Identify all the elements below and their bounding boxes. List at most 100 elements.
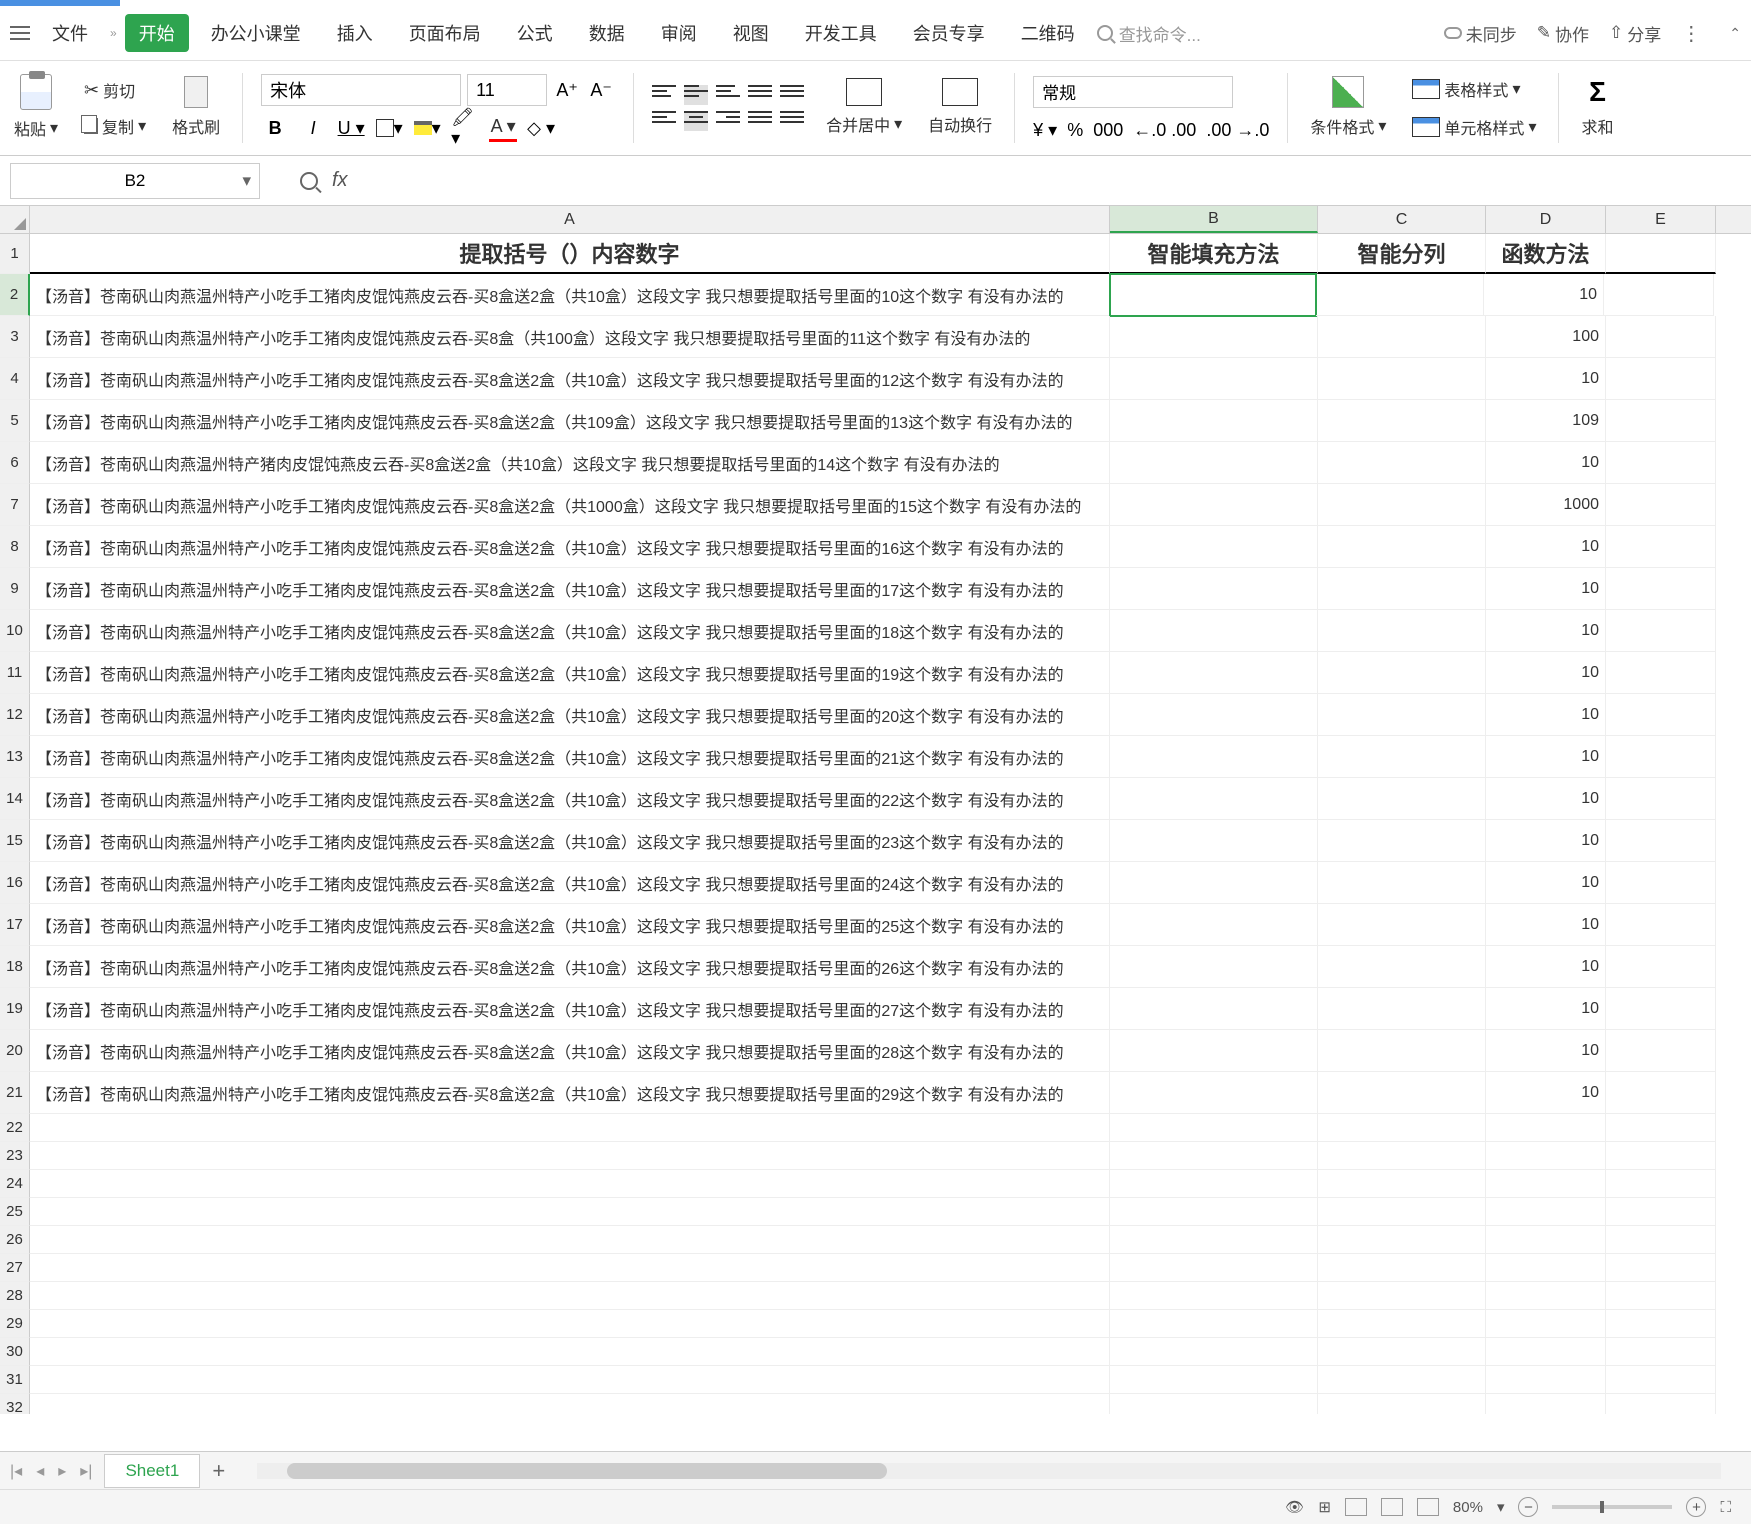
cell-D10[interactable]: 10 (1486, 610, 1606, 652)
cell-B12[interactable] (1110, 694, 1318, 736)
align-bottom-button[interactable] (716, 85, 740, 105)
row-header-18[interactable]: 18 (0, 946, 30, 988)
sheet-nav-next[interactable]: ▸ (58, 1461, 66, 1481)
eye-icon[interactable]: 👁 (1285, 1498, 1304, 1516)
increase-decimal-button[interactable]: ←.0 .00 (1133, 120, 1196, 141)
more-options[interactable]: ⋮ (1681, 21, 1701, 46)
cell-A28[interactable] (30, 1282, 1110, 1310)
underline-button[interactable]: U ▾ (337, 114, 365, 142)
cell-D24[interactable] (1486, 1170, 1606, 1198)
cell-D32[interactable] (1486, 1394, 1606, 1414)
col-header-B[interactable]: B (1110, 206, 1318, 233)
cell-D12[interactable]: 10 (1486, 694, 1606, 736)
border-button[interactable]: ▾ (375, 114, 403, 142)
cell-D3[interactable]: 100 (1486, 316, 1606, 358)
cell-B20[interactable] (1110, 1030, 1318, 1072)
cell-A23[interactable] (30, 1142, 1110, 1170)
cell-E10[interactable] (1606, 610, 1716, 652)
cell-B1[interactable]: 智能填充方法 (1110, 234, 1318, 274)
number-format-select[interactable] (1033, 76, 1233, 108)
tab-data[interactable]: 数据 (575, 14, 639, 52)
cell-B24[interactable] (1110, 1170, 1318, 1198)
row-header-20[interactable]: 20 (0, 1030, 30, 1072)
cell-E6[interactable] (1606, 442, 1716, 484)
wrap-button[interactable]: 自动换行 (924, 110, 996, 138)
cell-A9[interactable]: 【汤音】苍南矾山肉燕温州特产小吃手工猪肉皮馄饨燕皮云吞-买8盒送2盒（共10盒）… (30, 568, 1110, 610)
cell-C6[interactable] (1318, 442, 1486, 484)
cell-D30[interactable] (1486, 1338, 1606, 1366)
cell-E25[interactable] (1606, 1198, 1716, 1226)
zoom-level[interactable]: 80% (1453, 1499, 1483, 1516)
name-box[interactable]: B2 (10, 163, 260, 199)
cell-B23[interactable] (1110, 1142, 1318, 1170)
row-header-13[interactable]: 13 (0, 736, 30, 778)
cell-D8[interactable]: 10 (1486, 526, 1606, 568)
cell-D7[interactable]: 1000 (1486, 484, 1606, 526)
cell-A2[interactable]: 【汤音】苍南矾山肉燕温州特产小吃手工猪肉皮馄饨燕皮云吞-买8盒送2盒（共10盒）… (30, 274, 1110, 316)
cell-D20[interactable]: 10 (1486, 1030, 1606, 1072)
cell-C25[interactable] (1318, 1198, 1486, 1226)
cell-A17[interactable]: 【汤音】苍南矾山肉燕温州特产小吃手工猪肉皮馄饨燕皮云吞-买8盒送2盒（共10盒）… (30, 904, 1110, 946)
highlight-button[interactable]: 🖍 ▾ (451, 114, 479, 142)
align-left-button[interactable] (652, 111, 676, 131)
cell-E11[interactable] (1606, 652, 1716, 694)
cell-C21[interactable] (1318, 1072, 1486, 1114)
cell-C3[interactable] (1318, 316, 1486, 358)
cell-C2[interactable] (1316, 274, 1484, 316)
cell-D1[interactable]: 函数方法 (1486, 234, 1606, 274)
cell-C23[interactable] (1318, 1142, 1486, 1170)
cell-D21[interactable]: 10 (1486, 1072, 1606, 1114)
cell-E2[interactable] (1604, 274, 1714, 316)
cell-C28[interactable] (1318, 1282, 1486, 1310)
table-style-button[interactable]: 表格样式 ▾ (1408, 75, 1540, 103)
cell-C7[interactable] (1318, 484, 1486, 526)
cell-D17[interactable]: 10 (1486, 904, 1606, 946)
cell-B14[interactable] (1110, 778, 1318, 820)
row-header-10[interactable]: 10 (0, 610, 30, 652)
cell-E28[interactable] (1606, 1282, 1716, 1310)
cell-C13[interactable] (1318, 736, 1486, 778)
cell-E13[interactable] (1606, 736, 1716, 778)
cell-B15[interactable] (1110, 820, 1318, 862)
row-header-26[interactable]: 26 (0, 1226, 30, 1254)
cell-E22[interactable] (1606, 1114, 1716, 1142)
cell-C14[interactable] (1318, 778, 1486, 820)
file-menu[interactable]: 文件 (38, 14, 102, 52)
row-header-28[interactable]: 28 (0, 1282, 30, 1310)
cell-C9[interactable] (1318, 568, 1486, 610)
cell-B8[interactable] (1110, 526, 1318, 568)
copy-button[interactable]: 复制 ▾ (80, 112, 150, 140)
row-header-25[interactable]: 25 (0, 1198, 30, 1226)
cell-C24[interactable] (1318, 1170, 1486, 1198)
row-header-17[interactable]: 17 (0, 904, 30, 946)
row-header-16[interactable]: 16 (0, 862, 30, 904)
increase-font-button[interactable]: A⁺ (553, 76, 581, 104)
cell-A15[interactable]: 【汤音】苍南矾山肉燕温州特产小吃手工猪肉皮馄饨燕皮云吞-买8盒送2盒（共10盒）… (30, 820, 1110, 862)
col-header-E[interactable]: E (1606, 206, 1716, 233)
conditional-format-icon[interactable] (1332, 76, 1364, 108)
cell-A27[interactable] (30, 1254, 1110, 1282)
cell-D14[interactable]: 10 (1486, 778, 1606, 820)
cell-E23[interactable] (1606, 1142, 1716, 1170)
cell-A31[interactable] (30, 1366, 1110, 1394)
italic-button[interactable]: I (299, 114, 327, 142)
cell-A4[interactable]: 【汤音】苍南矾山肉燕温州特产小吃手工猪肉皮馄饨燕皮云吞-买8盒送2盒（共10盒）… (30, 358, 1110, 400)
thousands-button[interactable]: 000 (1093, 120, 1123, 141)
cell-A18[interactable]: 【汤音】苍南矾山肉燕温州特产小吃手工猪肉皮馄饨燕皮云吞-买8盒送2盒（共10盒）… (30, 946, 1110, 988)
row-header-21[interactable]: 21 (0, 1072, 30, 1114)
col-header-C[interactable]: C (1318, 206, 1486, 233)
cell-A22[interactable] (30, 1114, 1110, 1142)
tab-insert[interactable]: 插入 (323, 14, 387, 52)
cell-E4[interactable] (1606, 358, 1716, 400)
cell-D5[interactable]: 109 (1486, 400, 1606, 442)
zoom-in-button[interactable]: + (1686, 1497, 1706, 1517)
cell-A21[interactable]: 【汤音】苍南矾山肉燕温州特产小吃手工猪肉皮馄饨燕皮云吞-买8盒送2盒（共10盒）… (30, 1072, 1110, 1114)
cell-D4[interactable]: 10 (1486, 358, 1606, 400)
fill-color-button[interactable]: ▾ (413, 114, 441, 142)
cell-A1[interactable]: 提取括号（）内容数字 (30, 234, 1110, 274)
sheet-nav-last[interactable]: ▸| (80, 1461, 92, 1481)
cell-C18[interactable] (1318, 946, 1486, 988)
share-button[interactable]: ⇧ 分享 (1609, 21, 1661, 46)
cell-E31[interactable] (1606, 1366, 1716, 1394)
cell-E15[interactable] (1606, 820, 1716, 862)
